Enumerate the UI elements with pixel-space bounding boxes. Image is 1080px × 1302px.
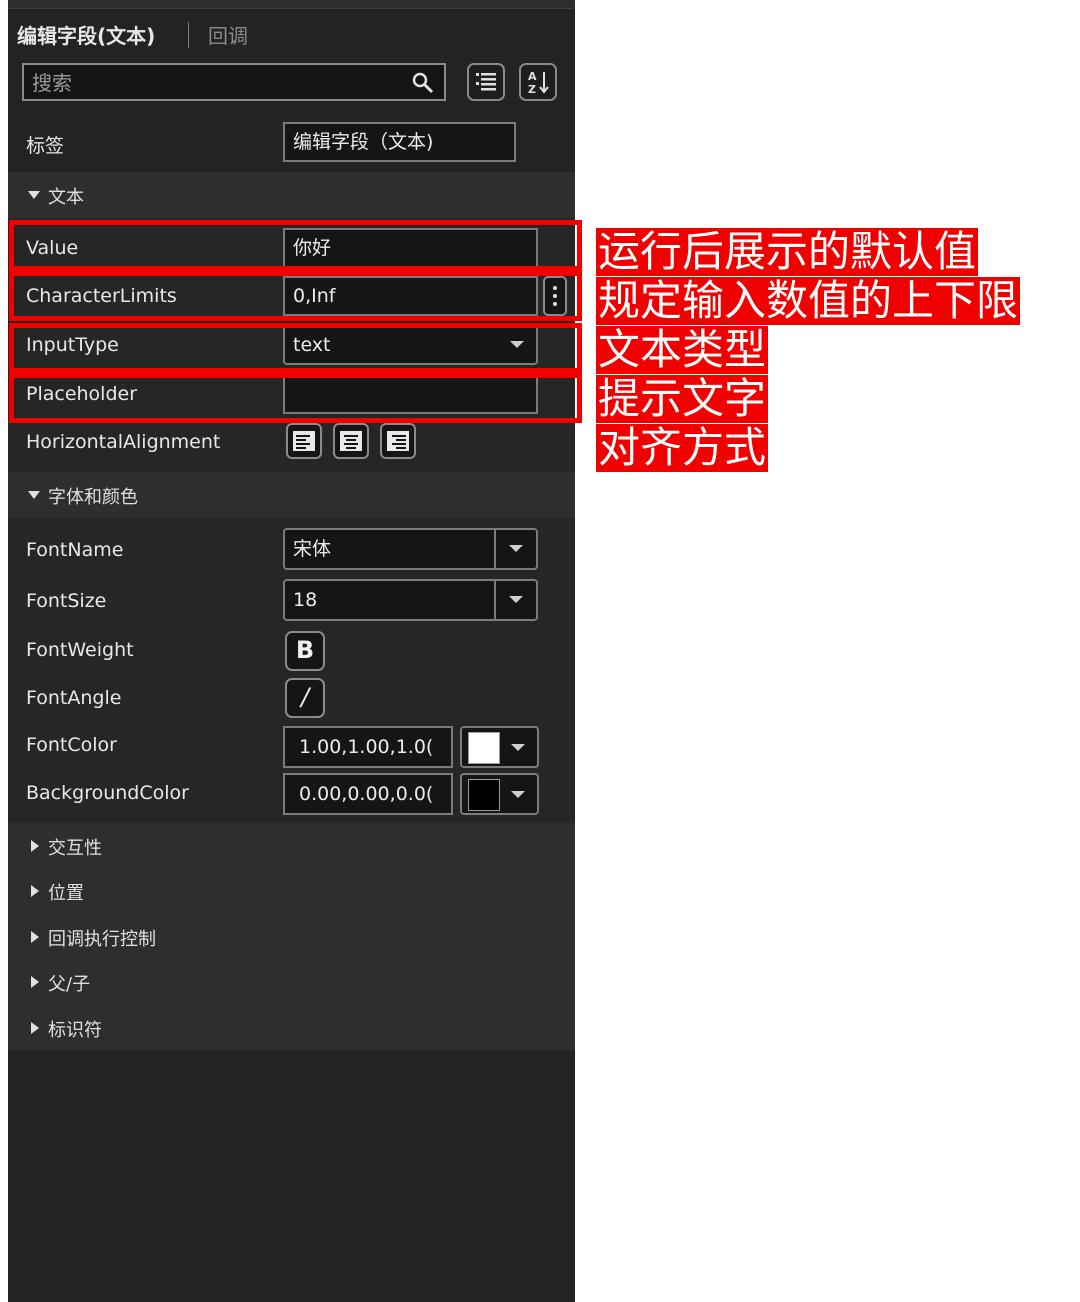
font-color-input[interactable]: 1.00,1.00,1.0(	[283, 726, 453, 768]
background-color-input[interactable]: 0.00,0.00,0.0(	[283, 773, 453, 815]
font-name-value: 宋体	[293, 538, 332, 560]
font-size-dropdown[interactable]: 18	[283, 579, 538, 621]
chevron-down-icon	[509, 545, 523, 552]
property-inspector-panel: 编辑字段(文本) 回调 A Z 标签 编辑字段（文本) 文本 Value	[8, 0, 575, 1302]
background-color-picker[interactable]	[460, 773, 539, 815]
highlight-value-row	[9, 220, 582, 271]
caret-right-icon	[31, 1022, 39, 1034]
tab-callbacks[interactable]: 回调	[208, 20, 248, 49]
caret-right-icon	[31, 840, 39, 852]
section-header-text[interactable]: 文本	[8, 172, 575, 218]
sort-az-button[interactable]: A Z	[519, 63, 557, 101]
section-header-parent-child[interactable]: 父/子	[8, 959, 575, 1005]
annotation-character-limits: 规定输入数值的上下限	[596, 276, 1021, 325]
highlight-placeholder-row	[9, 373, 582, 423]
align-left-button[interactable]	[286, 423, 322, 459]
font-name-dropdown[interactable]: 宋体	[283, 528, 538, 570]
search-input[interactable]	[30, 68, 404, 98]
section-header-identifiers[interactable]: 标识符	[8, 1005, 575, 1051]
sort-az-icon: A Z	[528, 70, 549, 96]
annotation-input-type: 文本类型	[596, 325, 769, 374]
caret-down-icon	[28, 491, 40, 499]
label-input[interactable]: 编辑字段（文本)	[283, 122, 516, 162]
align-right-icon	[387, 431, 409, 451]
section-title: 位置	[48, 883, 84, 904]
section-title: 交互性	[48, 838, 102, 859]
section-header-interactivity[interactable]: 交互性	[8, 823, 575, 869]
align-center-button[interactable]	[333, 423, 369, 459]
annotation-alignment: 对齐方式	[596, 423, 769, 472]
caret-right-icon	[31, 931, 39, 943]
align-right-button[interactable]	[380, 423, 416, 459]
caret-right-icon	[31, 976, 39, 988]
section-title: 标识符	[48, 1020, 102, 1041]
section-title: 字体和颜色	[48, 487, 138, 508]
highlight-input-type-row	[9, 323, 582, 373]
section-title: 文本	[48, 187, 84, 208]
search-icon[interactable]	[412, 72, 434, 94]
bold-toggle-button[interactable]: B	[285, 631, 325, 671]
horizontal-alignment-label: HorizontalAlignment	[26, 431, 221, 453]
font-size-value: 18	[293, 589, 318, 611]
section-header-font-color[interactable]: 字体和颜色	[8, 472, 575, 518]
font-size-label: FontSize	[26, 590, 107, 612]
caret-right-icon	[31, 885, 39, 897]
chevron-down-icon	[511, 791, 525, 798]
list-view-icon	[476, 73, 496, 91]
list-view-button[interactable]	[467, 63, 505, 101]
caret-down-icon	[28, 191, 40, 199]
tab-separator	[188, 22, 189, 48]
font-angle-label: FontAngle	[26, 687, 122, 709]
background-color-swatch	[468, 779, 500, 811]
section-header-position[interactable]: 位置	[8, 868, 575, 914]
label-row-label: 标签	[26, 135, 65, 157]
font-weight-label: FontWeight	[26, 639, 134, 661]
dropdown-divider	[494, 581, 496, 619]
highlight-character-limits-row	[9, 271, 582, 321]
tab-edit-field-text[interactable]: 编辑字段(文本)	[17, 20, 155, 49]
panel-top-strip	[8, 0, 575, 9]
annotation-value: 运行后展示的默认值	[596, 227, 979, 276]
font-color-label: FontColor	[26, 734, 117, 756]
svg-text:A: A	[528, 70, 537, 83]
chevron-down-icon	[509, 596, 523, 603]
italic-toggle-button[interactable]: /	[285, 678, 325, 718]
annotation-placeholder: 提示文字	[596, 374, 769, 423]
search-box	[22, 63, 446, 101]
align-center-icon	[340, 431, 362, 451]
section-title: 回调执行控制	[48, 929, 156, 950]
align-left-icon	[293, 431, 315, 451]
chevron-down-icon	[511, 744, 525, 751]
section-header-callback-execution[interactable]: 回调执行控制	[8, 914, 575, 960]
background-color-label: BackgroundColor	[26, 782, 189, 804]
svg-text:Z: Z	[528, 83, 536, 96]
font-color-swatch	[468, 732, 500, 764]
inspector-tabs: 编辑字段(文本) 回调	[8, 14, 575, 54]
font-color-picker[interactable]	[460, 726, 539, 768]
dropdown-divider	[494, 530, 496, 568]
font-name-label: FontName	[26, 539, 124, 561]
section-title: 父/子	[48, 974, 91, 995]
